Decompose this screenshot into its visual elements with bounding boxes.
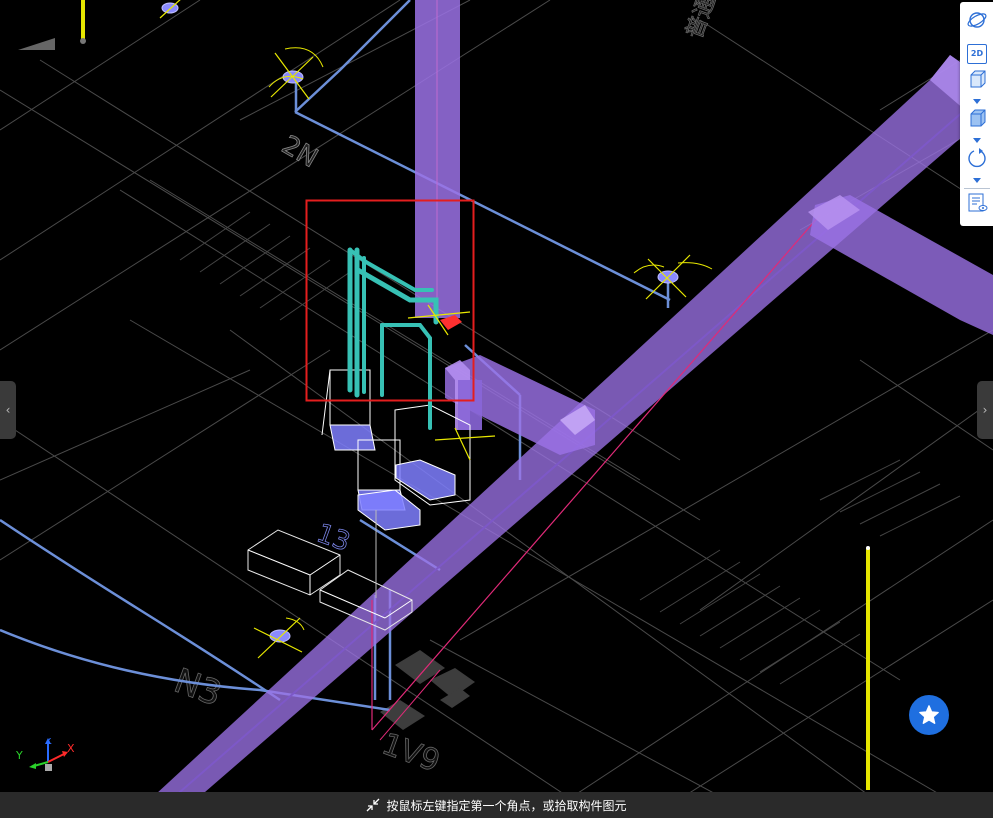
vertical-duct[interactable] xyxy=(415,0,460,318)
cube-icon xyxy=(966,69,988,95)
rotate-icon xyxy=(966,147,988,173)
axis-y-label: Y xyxy=(15,749,23,762)
scene-label-2n: 2N xyxy=(277,130,323,174)
scene-label-1v9: 1V9 xyxy=(377,727,444,780)
scene-label-n3: N3 xyxy=(169,661,227,715)
axis-z-label: Z xyxy=(45,738,52,747)
status-bar: 按鼠标左键指定第一个角点，或拾取构件图元 xyxy=(0,792,993,818)
chevron-right-icon: › xyxy=(982,403,988,417)
3d-box-view-button[interactable] xyxy=(964,70,990,94)
floor-pads xyxy=(380,650,475,730)
cube-solid-icon xyxy=(966,108,988,134)
blue-pipes[interactable] xyxy=(0,0,671,712)
3d-view-dropdown[interactable] xyxy=(970,96,984,106)
star-icon xyxy=(919,705,939,724)
rotate-dropdown[interactable] xyxy=(970,175,984,185)
axis-gizmo: Z X Y xyxy=(14,736,80,778)
caret-down-icon xyxy=(973,177,981,183)
section-dropdown[interactable] xyxy=(970,135,984,145)
orbit-view-button[interactable] xyxy=(964,10,990,34)
2d-view-button[interactable]: 2D xyxy=(964,42,990,66)
axis-x-label: X xyxy=(67,742,75,755)
property-panel-button[interactable] xyxy=(964,193,990,217)
toolbar-divider xyxy=(964,188,990,189)
caret-down-icon xyxy=(973,137,981,143)
view-toolbar: 2D xyxy=(960,2,993,226)
scene-label-top: 普通 xyxy=(682,0,721,42)
shrink-arrows-icon xyxy=(366,798,380,812)
3d-viewport[interactable]: 2N N3 13 1V9 普通 xyxy=(0,0,993,818)
status-message: 按鼠标左键指定第一个角点，或拾取构件图元 xyxy=(386,798,627,813)
model-canvas[interactable]: 2N N3 13 1V9 普通 xyxy=(0,0,993,818)
north-arrow xyxy=(18,38,55,50)
rotate-button[interactable] xyxy=(964,148,990,172)
caret-down-icon xyxy=(973,98,981,104)
right-panel-toggle[interactable]: › xyxy=(977,381,993,439)
chevron-left-icon: ‹ xyxy=(5,403,11,417)
favorite-button[interactable] xyxy=(909,695,949,735)
list-eye-icon xyxy=(966,192,988,218)
section-box-button[interactable] xyxy=(964,109,990,133)
orbit-icon xyxy=(966,9,988,35)
2d-icon: 2D xyxy=(967,44,987,64)
left-panel-toggle[interactable]: ‹ xyxy=(0,381,16,439)
